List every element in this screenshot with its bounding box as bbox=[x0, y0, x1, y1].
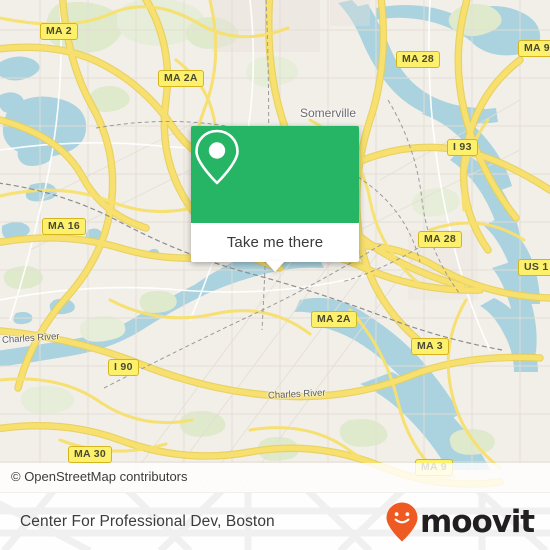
highway-shield-ma-28-n[interactable]: MA 28 bbox=[396, 51, 441, 68]
highway-shield-ma-2[interactable]: MA 2 bbox=[40, 23, 78, 40]
place-popup-card[interactable]: Take me there bbox=[191, 126, 359, 272]
map-attribution-bar: © OpenStreetMap contributors bbox=[0, 463, 550, 492]
highway-shield-ma-99[interactable]: MA 99 bbox=[518, 40, 550, 57]
osm-attribution-text[interactable]: © OpenStreetMap contributors bbox=[11, 469, 188, 484]
popup-tail-pointer bbox=[265, 261, 285, 272]
place-label-somerville: Somerville bbox=[300, 106, 357, 120]
highway-shield-ma-16[interactable]: MA 16 bbox=[42, 218, 87, 235]
highway-shield-i-90[interactable]: I 90 bbox=[108, 359, 139, 376]
highway-shield-ma-3[interactable]: MA 3 bbox=[411, 338, 449, 355]
moovit-smiley-pin-icon bbox=[386, 502, 418, 542]
highway-shield-ma-2a-s[interactable]: MA 2A bbox=[311, 311, 357, 328]
take-me-there-label: Take me there bbox=[226, 234, 324, 251]
map-pin-icon bbox=[195, 129, 239, 185]
highway-shield-ma-28-s[interactable]: MA 28 bbox=[418, 231, 463, 248]
footer-bar: Center For Professional Dev, Boston moov… bbox=[0, 492, 550, 550]
place-title: Center For Professional Dev, Boston bbox=[20, 513, 275, 530]
highway-shield-us-1[interactable]: US 1 bbox=[518, 259, 550, 276]
moovit-place-card: .w { fill:#aad3df; } .pk { fill:#dfe9cc;… bbox=[0, 0, 550, 550]
moovit-logo[interactable]: moovit bbox=[385, 501, 535, 543]
moovit-wordmark: moovit bbox=[420, 503, 535, 540]
highway-shield-i-93[interactable]: I 93 bbox=[447, 139, 478, 156]
highway-shield-ma-30[interactable]: MA 30 bbox=[68, 446, 113, 463]
map-canvas[interactable]: .w { fill:#aad3df; } .pk { fill:#dfe9cc;… bbox=[0, 0, 550, 492]
popup-icon-area bbox=[191, 126, 359, 223]
highway-shield-ma-2a-n[interactable]: MA 2A bbox=[158, 70, 204, 87]
popup-cta-bar[interactable]: Take me there bbox=[191, 223, 359, 272]
